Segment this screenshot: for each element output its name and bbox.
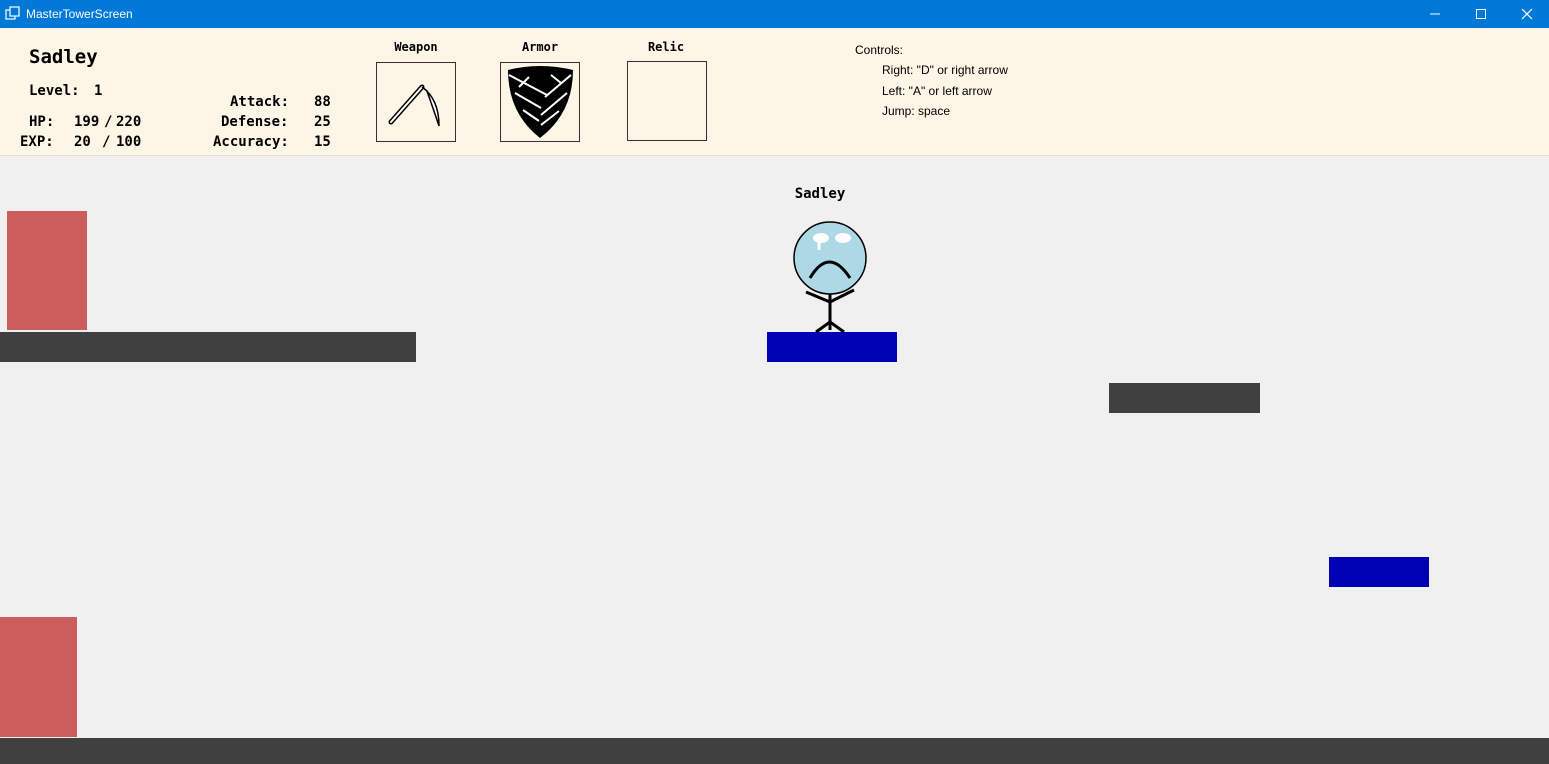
character-name: Sadley	[29, 46, 98, 68]
controls-left: Left: "A" or left arrow	[882, 84, 992, 98]
app-icon	[5, 6, 20, 20]
shield-icon	[508, 66, 573, 138]
hp-label: HP:	[29, 114, 55, 130]
accuracy-value: 15	[314, 134, 331, 150]
exp-separator: /	[102, 134, 111, 150]
window-titlebar: MasterTowerScreen	[0, 0, 1549, 28]
minimize-button[interactable]	[1412, 0, 1458, 28]
armor-label: Armor	[521, 40, 559, 54]
hp-separator: /	[104, 114, 113, 130]
player-name-tag: Sadley	[794, 186, 846, 202]
scythe-icon	[388, 84, 440, 127]
relic-slot[interactable]	[627, 61, 707, 141]
defense-value: 25	[314, 114, 331, 130]
defense-label: Defense:	[221, 114, 289, 130]
game-scene: Sadley	[0, 156, 1549, 764]
blue-platform	[1329, 557, 1429, 587]
hp-max: 220	[116, 114, 142, 130]
hp-current: 199	[74, 114, 100, 130]
attack-value: 88	[314, 94, 331, 110]
maximize-button[interactable]	[1458, 0, 1504, 28]
dark-platform	[1109, 383, 1260, 413]
weapon-slot[interactable]	[376, 62, 456, 142]
close-button[interactable]	[1504, 0, 1549, 28]
controls-heading: Controls:	[855, 43, 904, 57]
controls-right: Right: "D" or right arrow	[882, 63, 1008, 77]
weapon-label: Weapon	[394, 40, 438, 54]
minimize-icon	[1430, 13, 1440, 15]
player-character	[793, 221, 867, 334]
stats-hud: Sadley Level: 1 HP: 199 / 220 EXP: 20 / …	[0, 29, 1549, 156]
window-title: MasterTowerScreen	[26, 7, 133, 21]
maximize-icon	[1476, 9, 1486, 19]
level-value: 1	[94, 83, 103, 99]
controls-jump: Jump: space	[882, 104, 951, 118]
exp-label: EXP:	[20, 134, 54, 150]
ground-floor	[0, 738, 1549, 764]
close-icon	[1521, 8, 1533, 20]
red-block	[7, 211, 87, 330]
dark-platform	[0, 332, 416, 362]
relic-label: Relic	[647, 40, 685, 54]
exp-current: 20	[74, 134, 91, 150]
attack-label: Attack:	[230, 94, 290, 110]
exp-max: 100	[116, 134, 142, 150]
blue-platform	[767, 332, 897, 362]
level-label: Level:	[29, 83, 80, 99]
red-block	[0, 617, 77, 737]
accuracy-label: Accuracy:	[213, 134, 289, 150]
armor-slot[interactable]	[500, 62, 580, 142]
